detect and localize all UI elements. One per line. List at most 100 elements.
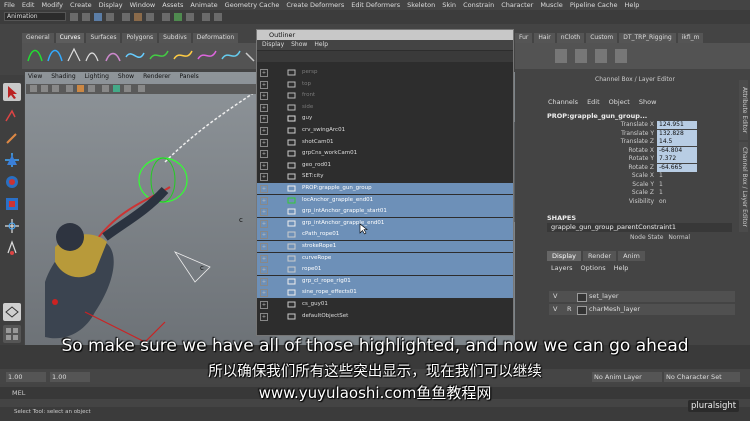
layer-tab-1[interactable]: Render xyxy=(582,251,617,261)
layer-menu-item-0[interactable]: Layers xyxy=(551,264,573,272)
menu-item-13[interactable]: Constrain xyxy=(463,1,494,9)
layer-row[interactable]: Vset_layer xyxy=(549,291,735,302)
expand-icon[interactable]: + xyxy=(260,266,268,275)
expand-icon[interactable]: + xyxy=(260,138,268,147)
mode-selector[interactable]: Animation xyxy=(4,12,66,21)
menu-item-9[interactable]: Create Deformers xyxy=(286,1,344,9)
expand-icon[interactable]: + xyxy=(260,69,268,77)
expand-icon[interactable]: + xyxy=(260,173,268,182)
channel-attr-name[interactable]: Rotate Y xyxy=(564,155,654,162)
outliner-row[interactable]: + grpCns_workCam01 xyxy=(257,148,513,159)
outliner-row[interactable]: + side xyxy=(257,102,513,113)
menu-item-16[interactable]: Pipeline Cache xyxy=(570,1,618,9)
outliner-menu-item-1[interactable]: Show xyxy=(291,40,307,50)
outliner-row[interactable]: + geo_rod01 xyxy=(257,160,513,171)
channel-box-tab[interactable]: Channel Box / Layer Editor xyxy=(739,142,748,232)
outliner-row[interactable]: + curveRope xyxy=(257,252,513,264)
attribute-editor-tab[interactable]: Attribute Editor xyxy=(739,80,748,140)
expand-icon[interactable]: + xyxy=(260,208,268,217)
menu-item-15[interactable]: Muscle xyxy=(540,1,563,9)
expand-icon[interactable]: + xyxy=(260,289,268,298)
layout-single-icon[interactable] xyxy=(3,303,21,321)
expand-icon[interactable]: + xyxy=(260,243,268,251)
shelf-tab-right-3[interactable]: Custom xyxy=(586,33,618,43)
outliner-row[interactable]: + grp_cl_rope_rig01 xyxy=(257,275,513,287)
channel-menu-item-1[interactable]: Edit xyxy=(587,98,600,106)
channel-attr-name[interactable]: Translate X xyxy=(564,121,654,128)
shelf-tab-0[interactable]: General xyxy=(22,33,54,43)
outliner-row[interactable]: + strokeRope1 xyxy=(257,241,513,252)
menu-item-3[interactable]: Create xyxy=(70,1,92,9)
expand-icon[interactable]: + xyxy=(260,301,268,309)
viewport-menu-item-0[interactable]: View xyxy=(28,73,42,80)
node-state[interactable]: Node State Normal xyxy=(630,234,690,241)
channel-attr-name[interactable]: Translate Z xyxy=(564,138,654,145)
shape-node-name[interactable]: grapple_gun_group_parentConstraint1 xyxy=(547,223,732,232)
curve-tool-icons[interactable] xyxy=(22,43,259,69)
outliner-row[interactable]: + top xyxy=(257,79,513,90)
menu-item-12[interactable]: Skin xyxy=(442,1,456,9)
outliner-row[interactable]: + locAnchor_grapple_end01 xyxy=(257,194,513,206)
expand-icon[interactable]: + xyxy=(260,103,268,112)
viewport-menu-item-3[interactable]: Show xyxy=(118,73,134,80)
menu-item-17[interactable]: Help xyxy=(625,1,640,9)
layer-visibility-toggle[interactable]: V xyxy=(553,304,557,315)
select-tool-icon[interactable] xyxy=(3,83,21,101)
layer-visibility-toggle[interactable]: V xyxy=(553,291,557,302)
last-tool-icon[interactable] xyxy=(3,239,21,257)
channel-menu-item-2[interactable]: Object xyxy=(609,98,630,106)
shelf-tab-right-0[interactable]: Fur xyxy=(515,33,533,43)
outliner-row[interactable]: + rope01 xyxy=(257,264,513,276)
layer-row[interactable]: V RcharMesh_layer xyxy=(549,304,735,315)
channel-attr-value[interactable]: 1 xyxy=(657,181,697,189)
channel-attr-name[interactable]: Scale X xyxy=(564,172,654,179)
menu-item-7[interactable]: Animate xyxy=(190,1,217,9)
outliner-row[interactable]: + cPath_rope01 xyxy=(257,229,513,241)
channel-attr-value[interactable]: 7.372 xyxy=(657,155,697,163)
channel-menu-item-3[interactable]: Show xyxy=(639,98,657,106)
expand-icon[interactable]: + xyxy=(260,161,268,170)
shelf-tab-right-2[interactable]: nCloth xyxy=(556,33,585,43)
outliner-menu-item-2[interactable]: Help xyxy=(314,40,328,50)
channel-attr-value[interactable]: 1 xyxy=(657,189,697,197)
expand-icon[interactable]: + xyxy=(260,312,268,321)
shelf-tab-right-1[interactable]: Hair xyxy=(534,33,555,43)
outliner-menu-item-0[interactable]: Display xyxy=(262,40,284,50)
outliner-row[interactable]: + front xyxy=(257,90,513,101)
outliner-row[interactable]: + grp_intAnchor_grapple_start01 xyxy=(257,206,513,218)
viewport-menu-item-5[interactable]: Panels xyxy=(179,73,198,80)
scale-tool-icon[interactable] xyxy=(3,195,21,213)
channel-attr-value[interactable]: 14.5 xyxy=(657,138,697,146)
expand-icon[interactable]: + xyxy=(260,92,268,101)
layer-render-toggle[interactable]: R xyxy=(567,304,572,315)
outliner-row[interactable]: + defaultObjectSet xyxy=(257,311,513,322)
channel-attr-name[interactable]: Translate Y xyxy=(564,130,654,137)
shelf-tab-right-4[interactable]: DT_TRP_Rigging xyxy=(619,33,676,43)
expand-icon[interactable]: + xyxy=(260,254,268,263)
viewport-toolbar[interactable] xyxy=(26,84,261,94)
node-state-value[interactable]: Normal xyxy=(668,234,690,241)
menu-item-6[interactable]: Assets xyxy=(162,1,183,9)
channel-attr-name[interactable]: Scale Y xyxy=(564,181,654,188)
expand-icon[interactable]: + xyxy=(260,196,268,205)
outliner-row[interactable]: + PROP:grapple_gun_group xyxy=(257,183,513,194)
shelf-right-icons[interactable] xyxy=(515,43,750,69)
channel-attr-name[interactable]: Scale Z xyxy=(564,189,654,196)
paint-tool-icon[interactable] xyxy=(3,129,21,147)
layer-color-swatch[interactable] xyxy=(577,293,587,302)
channel-attr-value[interactable]: 124.951 xyxy=(657,121,697,129)
channel-attr-value[interactable]: 1 xyxy=(657,172,697,180)
outliner-row[interactable]: + sine_rope_effects01 xyxy=(257,287,513,299)
outliner-row[interactable]: + guy xyxy=(257,113,513,124)
outliner-filter-field[interactable] xyxy=(257,51,513,62)
channel-attr-value[interactable]: -64.804 xyxy=(657,146,697,155)
shelf-tab-right-5[interactable]: ikfi_m xyxy=(677,33,704,43)
rotate-tool-icon[interactable] xyxy=(3,173,21,191)
outliner-row[interactable]: + grp_intAnchor_grapple_end01 xyxy=(257,217,513,229)
outliner-row[interactable]: + SET:city xyxy=(257,171,513,182)
viewport-menu-item-1[interactable]: Shading xyxy=(51,73,75,80)
shelf-tab-2[interactable]: Surfaces xyxy=(86,33,121,43)
shelf-tab-1[interactable]: Curves xyxy=(55,33,85,43)
outliner-row[interactable]: + cs_guy01 xyxy=(257,299,513,310)
menu-item-2[interactable]: Modify xyxy=(41,1,63,9)
